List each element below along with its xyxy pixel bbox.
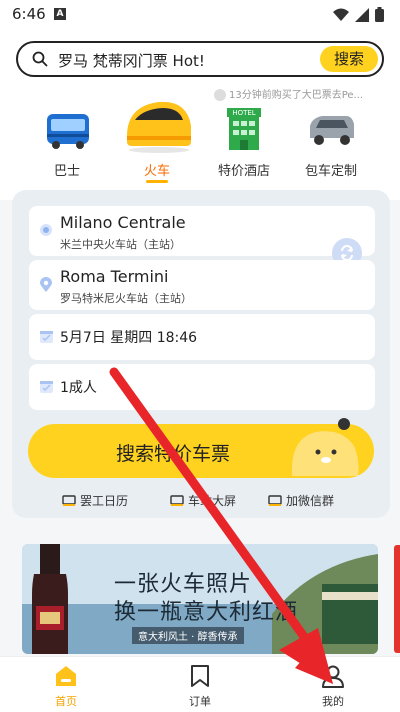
hotel-icon: HOTEL: [227, 108, 261, 150]
tab-profile[interactable]: 我的: [293, 657, 373, 712]
quick-link-label: 车站大屏: [188, 494, 237, 508]
category-label: 特价酒店: [217, 164, 270, 179]
banner-subtitle: 意大利风土 · 醇香传承: [132, 627, 244, 644]
ticket-icon: [268, 494, 282, 506]
active-underline: [146, 180, 168, 183]
bottom-tab-bar: 首页 订单 我的: [0, 656, 400, 712]
to-station-field[interactable]: Roma Termini 罗马特米尼火车站（主站）: [29, 260, 375, 310]
ticket-icon: [62, 494, 76, 506]
category-label: 包车定制: [304, 164, 357, 179]
mascot-icon: [291, 418, 359, 476]
category-bus[interactable]: 巴士: [22, 100, 112, 180]
search-input[interactable]: 罗马 梵蒂冈门票 Hot!: [58, 50, 205, 71]
location-pin-icon: [40, 277, 52, 292]
bookmark-icon: [191, 665, 209, 687]
search-bar[interactable]: 罗马 梵蒂冈门票 Hot! 搜索: [16, 41, 384, 77]
category-train[interactable]: 火车: [112, 100, 202, 183]
bus-icon: [47, 114, 89, 149]
user-icon: [322, 665, 344, 688]
date-field[interactable]: 5月7日 星期四 18:46: [29, 314, 375, 360]
swap-icon: [341, 245, 353, 261]
date-value: 5月7日 星期四 18:46: [60, 330, 198, 346]
home-icon: [56, 666, 76, 686]
search-tickets-button[interactable]: 搜索特价车票: [28, 418, 374, 478]
search-icon: [32, 51, 48, 67]
passengers-field[interactable]: 1成人: [29, 364, 375, 410]
category-label: 火车: [143, 164, 170, 179]
battery-icon: [375, 7, 384, 22]
tab-label: 订单: [189, 695, 211, 708]
banner-title-line2: 换一瓶意大利红酒: [114, 600, 299, 625]
origin-dot-icon: [40, 224, 52, 236]
tab-label: 我的: [322, 695, 344, 708]
quick-links: 罢工日历 车站大屏 加微信群: [12, 492, 390, 512]
wechat-group-link[interactable]: 加微信群: [268, 492, 334, 509]
quick-link-label: 罢工日历: [80, 494, 129, 508]
hotel-sign: HOTEL: [232, 109, 255, 117]
search-tickets-label: 搜索特价车票: [115, 443, 230, 465]
ticket-icon: [170, 494, 184, 506]
from-station-name: Milano Centrale: [60, 213, 186, 232]
calendar-icon: [40, 381, 53, 393]
strike-calendar-link[interactable]: 罢工日历: [62, 492, 128, 509]
signal-icon: [355, 7, 369, 22]
category-charter[interactable]: 包车定制: [286, 100, 376, 180]
tab-orders[interactable]: 订单: [160, 657, 240, 712]
status-bar: 6:46 A: [0, 0, 400, 30]
quick-link-label: 加微信群: [286, 494, 335, 508]
category-label: 巴士: [53, 164, 80, 179]
from-station-field[interactable]: Milano Centrale 米兰中央火车站（主站）: [29, 206, 375, 256]
van-icon: [310, 116, 354, 145]
tab-home[interactable]: 首页: [26, 657, 106, 712]
next-banner-peek[interactable]: [394, 545, 400, 653]
promo-banner[interactable]: 一张火车照片 换一瓶意大利红酒 意大利风土 · 醇香传承: [22, 544, 378, 654]
search-button[interactable]: 搜索: [320, 46, 378, 72]
to-station-sub: 罗马特米尼火车站（主站）: [60, 292, 192, 305]
booking-panel: Milano Centrale 米兰中央火车站（主站） Roma Termini…: [12, 190, 390, 518]
wifi-icon: [333, 8, 349, 21]
notification-a-icon: A: [54, 8, 66, 20]
category-hotel[interactable]: HOTEL 特价酒店: [199, 100, 289, 180]
to-station-name: Roma Termini: [60, 267, 169, 286]
station-board-link[interactable]: 车站大屏: [170, 492, 236, 509]
tab-label: 首页: [55, 695, 77, 708]
calendar-icon: [40, 331, 53, 343]
train-icon: [127, 101, 191, 153]
from-station-sub: 米兰中央火车站（主站）: [60, 238, 181, 251]
passengers-value: 1成人: [60, 380, 97, 396]
status-time: 6:46: [12, 5, 46, 23]
status-icons: [333, 7, 384, 22]
category-row: 巴士 火车 HOTEL 特价酒店 包车定制: [0, 100, 400, 183]
